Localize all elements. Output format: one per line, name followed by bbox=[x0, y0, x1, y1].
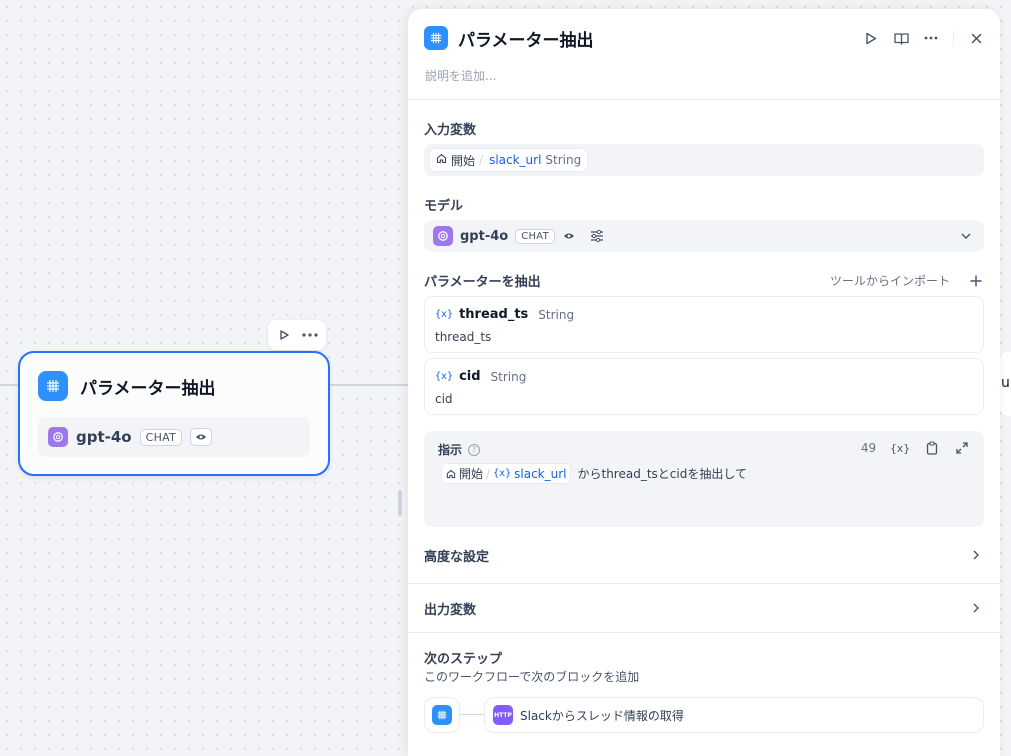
inline-var-tag: 開始 / {x} slack_url bbox=[442, 464, 571, 483]
param-description: thread_ts bbox=[435, 330, 492, 344]
next-step-connector bbox=[460, 714, 484, 715]
char-count: 49 bbox=[860, 441, 877, 455]
header-divider bbox=[408, 99, 1000, 100]
output-vars-label: 出力変数 bbox=[424, 602, 477, 618]
param-type: String bbox=[490, 369, 527, 384]
description-input[interactable]: 説明を追加... bbox=[425, 67, 496, 84]
input-vars-label: 入力変数 bbox=[424, 123, 477, 138]
node-settings-panel: パラメーター抽出 説明を追加... 入力変数 開始 / slack_url St… bbox=[408, 9, 1000, 756]
input-var-tag[interactable]: 開始 / slack_url String bbox=[430, 149, 588, 171]
instruction-header: 指示 ? bbox=[438, 441, 481, 458]
parameter-extractor-icon bbox=[432, 705, 452, 725]
param-item[interactable]: {x} thread_ts String thread_ts bbox=[424, 296, 984, 353]
inline-var-separator: / bbox=[486, 466, 491, 481]
param-name: cid bbox=[459, 369, 481, 384]
extract-params-label: パラメーターを抽出 bbox=[424, 275, 541, 290]
edge-right bbox=[330, 384, 408, 386]
inline-var-name: slack_url bbox=[514, 466, 567, 481]
variable-icon: {x} bbox=[435, 371, 454, 382]
chevron-right-icon bbox=[968, 547, 984, 563]
parameter-extractor-icon bbox=[424, 26, 448, 50]
current-node-chip bbox=[424, 697, 460, 733]
more-icon[interactable] bbox=[302, 327, 318, 343]
variable-icon: {x} bbox=[493, 468, 512, 479]
parameter-extractor-icon bbox=[38, 371, 68, 401]
help-doc-icon[interactable] bbox=[893, 30, 909, 46]
model-selector[interactable]: gpt-4o CHAT bbox=[424, 220, 984, 252]
node-model-name: gpt-4o bbox=[76, 428, 132, 446]
edge-left bbox=[0, 384, 18, 386]
node-model-info: gpt-4o CHAT bbox=[38, 417, 310, 457]
next-block-item[interactable]: HTTP Slackからスレッド情報の取得 bbox=[484, 697, 984, 733]
node-title: パラメーター抽出 bbox=[80, 378, 216, 399]
var-source: 開始 bbox=[451, 153, 476, 168]
instruction-label: 指示 bbox=[438, 443, 463, 457]
vision-eye-icon bbox=[190, 428, 213, 446]
chat-badge: CHAT bbox=[515, 228, 556, 244]
instruction-tools: 49 {x} bbox=[861, 440, 970, 456]
model-label: モデル bbox=[424, 199, 464, 214]
run-step-icon[interactable] bbox=[863, 30, 879, 46]
import-from-tool-link[interactable]: ツールからインポート bbox=[830, 272, 950, 289]
panel-resize-handle[interactable] bbox=[398, 490, 402, 516]
param-item[interactable]: {x} cid String cid bbox=[424, 358, 984, 415]
node-toolbar bbox=[268, 320, 326, 350]
vision-eye-icon bbox=[562, 229, 576, 243]
more-icon[interactable] bbox=[923, 30, 939, 46]
node-header: パラメーター抽出 bbox=[38, 371, 216, 401]
param-type: String bbox=[538, 307, 575, 322]
input-vars-selector[interactable]: 開始 / slack_url String bbox=[424, 144, 984, 176]
openai-icon bbox=[433, 226, 453, 246]
http-icon: HTTP bbox=[493, 705, 513, 725]
model-settings-sliders-icon[interactable] bbox=[589, 228, 605, 244]
section-divider bbox=[408, 583, 1000, 584]
panel-header: パラメーター抽出 bbox=[424, 25, 984, 51]
help-circle-icon[interactable]: ? bbox=[468, 443, 481, 456]
expand-icon[interactable] bbox=[954, 440, 970, 456]
model-name: gpt-4o bbox=[460, 228, 509, 244]
var-name: slack_url bbox=[489, 153, 542, 167]
output-vars-row[interactable]: 出力変数 bbox=[424, 598, 984, 618]
instruction-editor[interactable]: 指示 ? 49 {x} 開始 / {x} slack_url からthread_… bbox=[424, 431, 984, 527]
chat-badge: CHAT bbox=[139, 428, 183, 446]
section-divider bbox=[408, 632, 1000, 633]
inline-var-source: 開始 bbox=[459, 467, 484, 481]
next-step-subtitle: このワークフローで次のブロックを追加 bbox=[424, 670, 640, 684]
next-node-partial-text: u bbox=[1001, 375, 1010, 391]
param-name: thread_ts bbox=[459, 307, 529, 322]
advanced-settings-label: 高度な設定 bbox=[424, 549, 490, 565]
chevron-right-icon bbox=[968, 600, 984, 616]
openai-icon bbox=[48, 427, 68, 447]
variable-icon: {x} bbox=[435, 309, 454, 320]
add-param-icon[interactable] bbox=[968, 273, 984, 289]
home-icon bbox=[446, 469, 456, 478]
param-description: cid bbox=[435, 392, 453, 406]
chevron-down-icon[interactable] bbox=[958, 228, 974, 244]
param-header: {x} thread_ts String bbox=[435, 307, 574, 322]
var-type: String bbox=[545, 153, 582, 167]
actions-divider bbox=[953, 30, 954, 46]
parameter-extractor-node[interactable]: パラメーター抽出 gpt-4o CHAT bbox=[18, 351, 330, 476]
panel-actions bbox=[863, 30, 984, 46]
home-icon bbox=[436, 153, 447, 167]
var-separator: / bbox=[479, 153, 484, 167]
run-node-icon[interactable] bbox=[276, 327, 292, 343]
param-header: {x} cid String bbox=[435, 369, 526, 384]
instruction-body-text: からthread_tsとcidを抽出して bbox=[577, 467, 747, 481]
copy-icon[interactable] bbox=[924, 440, 940, 456]
insert-variable-icon[interactable]: {x} bbox=[890, 442, 910, 455]
instruction-text[interactable]: 開始 / {x} slack_url からthread_tsとcidを抽出して bbox=[442, 464, 747, 483]
close-icon[interactable] bbox=[968, 30, 984, 46]
next-step-title: 次のステップ bbox=[424, 652, 503, 667]
panel-title[interactable]: パラメーター抽出 bbox=[458, 26, 594, 51]
extract-actions: ツールからインポート bbox=[830, 272, 984, 289]
advanced-settings-row[interactable]: 高度な設定 bbox=[424, 545, 984, 565]
next-block-label: Slackからスレッド情報の取得 bbox=[520, 708, 684, 723]
